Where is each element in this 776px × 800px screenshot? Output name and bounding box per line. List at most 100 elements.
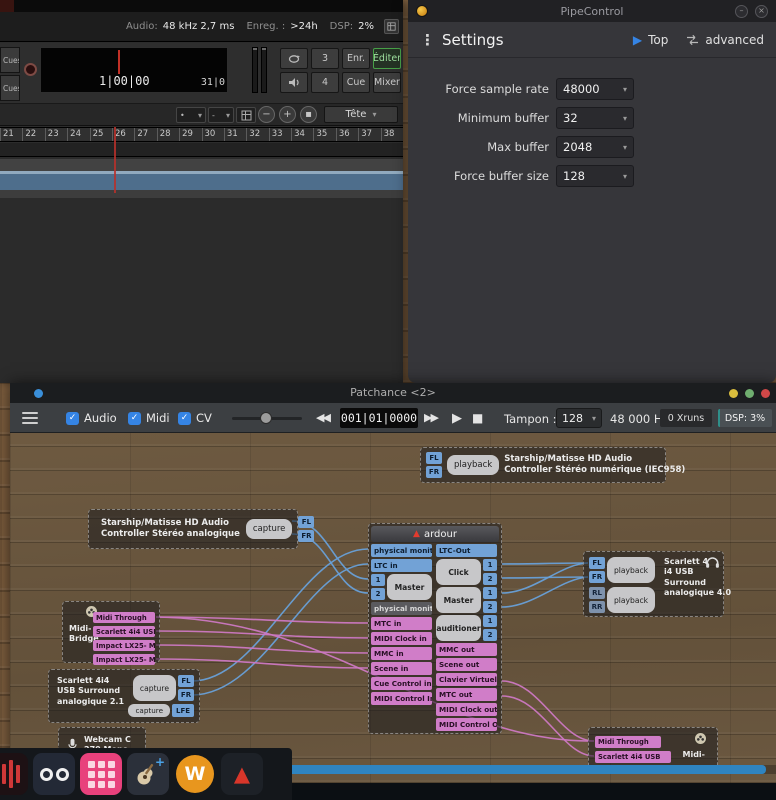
port-midi-output[interactable]: Impact LX25- MIDI xyxy=(93,654,155,665)
port-playback-fr[interactable]: FR xyxy=(589,571,605,583)
portgroup-playback-rear[interactable]: playback xyxy=(607,587,655,613)
top-button[interactable]: ▶ Top xyxy=(633,33,668,47)
portgroup-playback-front[interactable]: playback xyxy=(607,557,655,583)
portgroup-auditioner-out[interactable]: auditioner 1 2 xyxy=(436,615,497,641)
play-button[interactable]: ▶ xyxy=(452,411,460,426)
cues-button-bottom[interactable]: Cues xyxy=(0,75,20,101)
port-midi-input[interactable]: MIDI Control In xyxy=(371,692,432,705)
main-menu-button[interactable] xyxy=(22,412,38,424)
port-playback-fl[interactable]: FL xyxy=(589,557,605,569)
record-button[interactable] xyxy=(24,63,37,76)
stop-button[interactable]: ■ xyxy=(472,411,481,425)
filter-audio-checkbox[interactable]: ✓ Audio xyxy=(66,411,117,425)
loop-button[interactable] xyxy=(280,48,308,69)
filter-midi-checkbox[interactable]: ✓ Midi xyxy=(128,411,170,425)
port-midi-output[interactable]: MTC out xyxy=(436,688,497,701)
node-midi-bridge[interactable]: Midi- Bridge Midi ThroughScarlett 4i4 US… xyxy=(62,601,160,663)
node-playback-iec958[interactable]: FL FR playback Starship/Matisse HD Audio… xyxy=(420,447,666,483)
port-master-out-1[interactable]: 1 xyxy=(483,587,497,599)
track-count-3-button[interactable]: 3 xyxy=(311,48,339,69)
horizontal-scrollbar-thumb[interactable] xyxy=(282,765,766,774)
forward-button[interactable]: ▶▶ xyxy=(424,411,437,424)
buffer-size-dropdown[interactable]: 128 ▾ xyxy=(556,408,602,428)
patchbay-canvas[interactable]: FL FR playback Starship/Matisse HD Audio… xyxy=(10,433,776,783)
pipecontrol-titlebar[interactable]: PipeControl – × xyxy=(408,0,776,22)
status-options-button[interactable] xyxy=(384,19,399,34)
port-audio-output[interactable]: LTC-Out xyxy=(436,544,497,557)
goggles-icon[interactable] xyxy=(33,753,75,795)
track-count-4-button[interactable]: 4 xyxy=(311,72,339,93)
port-click-out-1[interactable]: 1 xyxy=(483,559,497,571)
portgroup-playback[interactable]: playback xyxy=(447,455,499,475)
editor-button[interactable]: Éditer xyxy=(373,48,401,69)
port-midi-input[interactable]: MTC in xyxy=(371,617,432,630)
port-midi-input[interactable]: Scene in xyxy=(371,662,432,675)
zoom-in-button[interactable]: + xyxy=(279,106,296,123)
guitar-plus-icon[interactable]: + xyxy=(127,753,169,795)
port-midi-output[interactable]: Scarlett 4i4 USB xyxy=(93,626,155,637)
field-dropdown[interactable]: 128 ▾ xyxy=(556,165,634,187)
portgroup-master-in[interactable]: 1 2 Master xyxy=(371,574,432,600)
menu-kebab-button[interactable]: ⋮ xyxy=(420,31,434,49)
grid-mode-combo[interactable]: •▾ xyxy=(176,107,206,123)
port-audio-input[interactable]: physical monitor xyxy=(371,544,432,557)
node-scarlett-playback[interactable]: FL FR playback RL RR playback Scarlett 4… xyxy=(583,551,724,617)
port-capture-fr[interactable]: FR xyxy=(298,530,314,542)
mixer-button[interactable]: Mixer xyxy=(373,72,401,93)
port-midi-through[interactable]: Midi Through xyxy=(595,736,661,748)
editor-track-area[interactable] xyxy=(0,157,403,383)
monitor-button[interactable] xyxy=(280,72,308,93)
patchance-titlebar[interactable]: Patchance <2> xyxy=(10,383,776,403)
zoom-slider-handle[interactable] xyxy=(260,412,272,424)
portgroup-master-out[interactable]: Master 1 2 xyxy=(436,587,497,613)
port-auditioner-out-2[interactable]: 2 xyxy=(483,629,497,641)
port-midi-output[interactable]: Midi Through xyxy=(93,612,155,623)
minimize-button[interactable] xyxy=(729,389,738,398)
portgroup-click-out[interactable]: Click 1 2 xyxy=(436,559,497,585)
port-monitor-input[interactable]: physical monitor xyxy=(371,602,432,615)
filter-cv-checkbox[interactable]: ✓ CV xyxy=(178,411,212,425)
port-capture-fl[interactable]: FL xyxy=(298,516,314,528)
port-midi-output[interactable]: MIDI Clock out xyxy=(436,703,497,716)
cue-button[interactable]: Cue xyxy=(342,72,370,93)
ardour-icon[interactable]: ▲ xyxy=(221,753,263,795)
zoom-out-button[interactable]: − xyxy=(258,106,275,123)
marker-ruler[interactable] xyxy=(0,143,403,157)
port-click-out-2[interactable]: 2 xyxy=(483,573,497,585)
port-capture-fl[interactable]: FL xyxy=(178,675,194,687)
zoom-fit-button[interactable]: ▪ xyxy=(300,106,317,123)
timeline-ruler[interactable]: 212223242526272829303132333435363738 xyxy=(0,127,403,142)
port-midi-input[interactable]: MIDI Clock in xyxy=(371,632,432,645)
port-auditioner-out-1[interactable]: 1 xyxy=(483,615,497,627)
port-playback-fl[interactable]: FL xyxy=(426,452,442,464)
port-midi-output[interactable]: Clavier Virtuel xyxy=(436,673,497,686)
portgroup-capture[interactable]: capture xyxy=(246,519,293,539)
close-button[interactable] xyxy=(761,389,770,398)
port-scarlett-midi[interactable]: Scarlett 4i4 USB xyxy=(595,751,671,763)
portgroup-capture[interactable]: capture xyxy=(133,675,176,701)
node-scarlett-capture[interactable]: Scarlett 4i4 USB Surround analogique 2.1… xyxy=(48,669,200,723)
port-midi-input[interactable]: MMC in xyxy=(371,647,432,660)
maximize-button[interactable] xyxy=(745,389,754,398)
wine-icon[interactable]: W xyxy=(174,753,216,795)
node-ardour[interactable]: ▲ ardour physical monitor LTC in 1 2 Mas… xyxy=(368,523,502,734)
port-playback-rl[interactable]: RL xyxy=(589,587,605,599)
port-midi-output[interactable]: MMC out xyxy=(436,643,497,656)
port-master-out-2[interactable]: 2 xyxy=(483,601,497,613)
port-playback-rr[interactable]: RR xyxy=(589,601,605,613)
node-capture-analog[interactable]: Starship/Matisse HD Audio Controller Sté… xyxy=(88,509,298,549)
port-midi-input[interactable]: Cue Control in xyxy=(371,677,432,690)
mixer-icon[interactable] xyxy=(0,753,28,795)
port-capture-lfe[interactable]: LFE xyxy=(172,704,194,717)
port-master-in-2[interactable]: 2 xyxy=(371,588,385,600)
port-master-in-1[interactable]: 1 xyxy=(371,574,385,586)
field-dropdown[interactable]: 32 ▾ xyxy=(556,107,634,129)
rewind-button[interactable]: ◀◀ xyxy=(316,411,329,424)
port-capture-fr[interactable]: FR xyxy=(178,689,194,701)
transport-clock[interactable]: 1|00|00 31|0 xyxy=(40,47,228,93)
record-enable-button[interactable]: Enr. xyxy=(342,48,370,69)
node-ardour-header[interactable]: ▲ ardour xyxy=(371,526,499,542)
port-midi-output[interactable]: MIDI Control Out xyxy=(436,718,497,731)
drum-machine-icon[interactable] xyxy=(80,753,122,795)
cues-button-top[interactable]: Cues xyxy=(0,47,20,73)
